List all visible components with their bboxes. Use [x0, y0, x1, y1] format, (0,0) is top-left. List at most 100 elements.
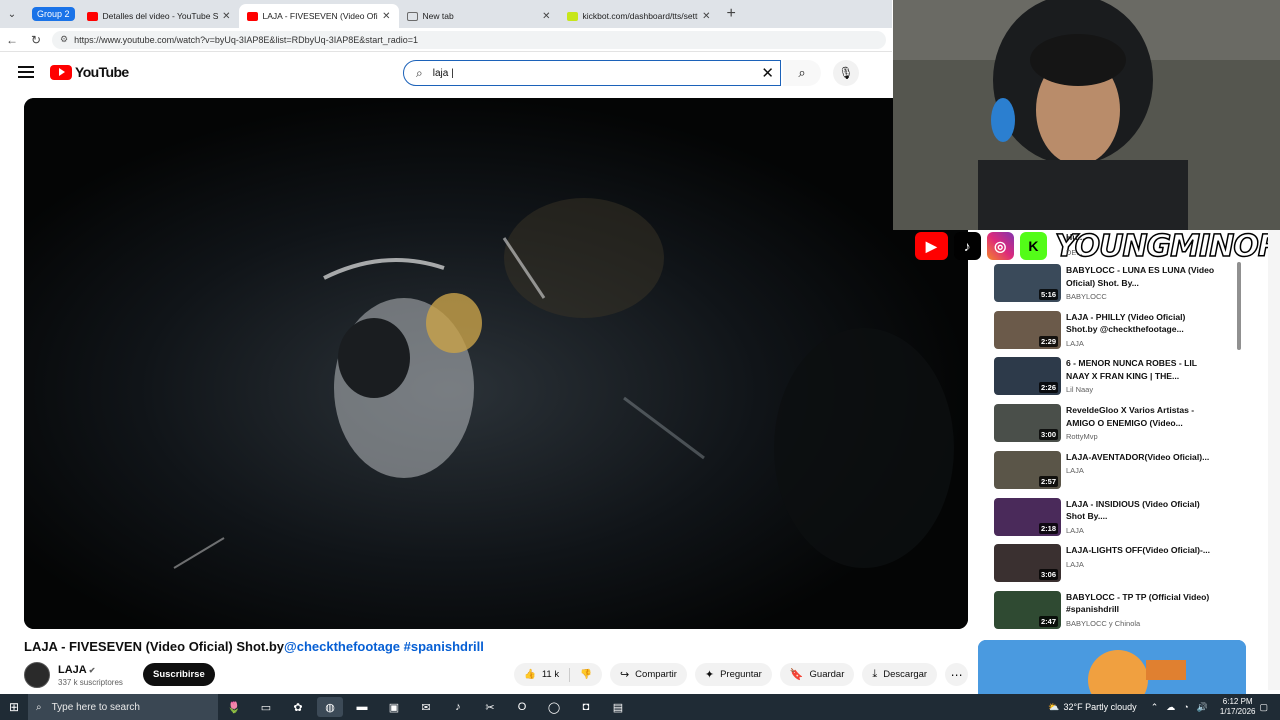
playlist-item[interactable]: 5:16 BABYLOCC - LUNA ES LUNA (Video Ofici… [994, 264, 1234, 308]
clear-search-icon[interactable]: ✕ [761, 64, 774, 82]
playlist-item-channel: BABYLOCC y Chinola [1066, 618, 1141, 628]
close-tab-icon[interactable]: ✕ [382, 11, 390, 22]
playlist-item[interactable]: 2:26 6 - MENOR NUNCA ROBES - LIL NAAY X F… [994, 357, 1234, 401]
partial-playlist-title: Hu... [1066, 232, 1085, 242]
page-favicon-icon [406, 11, 418, 21]
save-button[interactable]: 🔖 Guardar [779, 663, 855, 686]
tab-search-chevron-icon[interactable]: ⌄ [0, 0, 24, 28]
clock-date: 1/17/2026 [1219, 707, 1256, 716]
tab-new-tab[interactable]: New tab ✕ [399, 4, 559, 28]
playlist-item-title[interactable]: LAJA-LIGHTS OFF(Video Oficial)-... [1066, 544, 1216, 557]
hashtag-link[interactable]: #spanishdrill [404, 639, 484, 654]
promo-image [978, 640, 1246, 694]
task-view-icon[interactable]: ▭ [253, 697, 279, 717]
playlist-item-title[interactable]: LAJA-AVENTADOR(Video Oficial)... [1066, 451, 1216, 464]
share-button[interactable]: ↪ Compartir [609, 663, 687, 686]
notifications-icon[interactable]: ▢ [1259, 702, 1268, 713]
bookmark-icon: 🔖 [789, 669, 804, 681]
page-scrollbar[interactable] [1268, 230, 1280, 690]
video-thumbnail[interactable]: 2:26 [994, 357, 1061, 396]
app-circle-icon[interactable]: ◯ [541, 697, 567, 717]
close-tab-icon[interactable]: ✕ [222, 11, 230, 22]
search-input[interactable]: ⌕ laja | ✕ [403, 60, 781, 86]
file-explorer-icon[interactable]: ▬ [349, 697, 375, 717]
playlist-item-channel: LAJA [1066, 525, 1084, 535]
video-thumbnail[interactable]: 3:06 [994, 544, 1061, 583]
playlist-item[interactable]: 2:47 BABYLOCC - TP TP (Official Video) #s… [994, 590, 1234, 630]
playlist-item-title[interactable]: 6 - MENOR NUNCA ROBES - LIL NAAY X FRAN … [1066, 357, 1216, 382]
playlist-item[interactable]: 2:57 LAJA-AVENTADOR(Video Oficial)... LAJA [994, 450, 1234, 495]
capcut-icon[interactable]: ✂ [477, 697, 503, 717]
playlist-item-title[interactable]: BABYLOCC - TP TP (Official Video) #spani… [1066, 591, 1216, 616]
new-tab-plus-icon[interactable]: + [727, 5, 736, 23]
close-tab-icon[interactable]: ✕ [542, 11, 550, 22]
playlist-item-text: LAJA - PHILLY (Video Oficial) Shot.by @c… [1066, 311, 1216, 355]
playlist-item-title[interactable]: ReveldeGloo X Varios Artistas - AMIGO O … [1066, 404, 1216, 429]
playlist-item[interactable]: 2:29 LAJA - PHILLY (Video Oficial) Shot.b… [994, 310, 1234, 355]
video-thumbnail[interactable]: 3:00 [994, 404, 1061, 443]
wifi-icon[interactable]: ◔ [1183, 702, 1188, 712]
video-thumbnail[interactable]: 2:18 [994, 497, 1061, 536]
subscribe-button[interactable]: Suscribirse [143, 663, 215, 686]
back-arrow-icon[interactable]: ← [0, 33, 24, 47]
playlist-item-channel: LAJA [1066, 466, 1084, 476]
promo-card[interactable] [978, 640, 1246, 694]
hamburger-menu-icon[interactable] [18, 66, 34, 78]
download-button[interactable]: ⤓ Descargar [862, 663, 938, 686]
like-button[interactable]: 👍 11 k [514, 669, 569, 680]
clock[interactable]: 6:12 PM 1/17/2026 [1220, 697, 1256, 717]
volume-icon[interactable]: 🔊 [1197, 702, 1208, 713]
playlist-item[interactable]: 3:00 ReveldeGloo X Varios Artistas - AMIG… [994, 404, 1234, 448]
windows-start-icon[interactable]: ⊞ [0, 700, 28, 714]
voice-search-button[interactable]: 🎙 [833, 60, 859, 86]
taskbar-search-field[interactable]: ⌕ Type here to search [28, 694, 218, 720]
video-title-text: LAJA - FIVESEVEN (Video Oficial) Shot.by [24, 639, 285, 654]
opera-icon[interactable]: O [509, 697, 535, 717]
url-field[interactable]: ⚙ https://www.youtube.com/watch?v=byUq-3… [52, 30, 886, 49]
more-options-button[interactable]: ⋯ [945, 663, 969, 686]
search-button[interactable]: ⌕ [783, 60, 821, 86]
video-thumbnail[interactable]: 2:47 [994, 590, 1061, 629]
tab-group-chip[interactable]: Group 2 [32, 7, 75, 21]
tab-youtube-studio[interactable]: Detalles del video - YouTube Studio ✕ [79, 4, 239, 28]
close-tab-icon[interactable]: ✕ [702, 11, 710, 22]
tiktok-app-icon[interactable]: ♪ [445, 697, 471, 717]
video-thumbnail[interactable]: 5:16 [994, 264, 1061, 302]
tab-kickbot[interactable]: kickbot.com/dashboard/tts/settings ✕ [559, 4, 719, 28]
playlist-item[interactable]: 3:06 LAJA-LIGHTS OFF(Video Oficial)-... LA… [994, 544, 1234, 588]
playlist-item-title[interactable]: LAJA - INSIDIOUS (Video Oficial) Shot By… [1066, 498, 1216, 523]
kick-social-icon: K [1019, 232, 1047, 260]
chevron-up-icon[interactable]: ⌃ [1151, 702, 1159, 713]
more-horizontal-icon: ⋯ [950, 667, 963, 682]
video-thumbnail[interactable]: 2:57 [994, 450, 1061, 489]
app-green-icon[interactable]: ◘ [573, 697, 599, 717]
system-tray: ⛅ 32°F Partly cloudy ⌃ ☁ ◔ 🔊 6:12 PM 1/1… [1044, 694, 1272, 720]
video-player[interactable] [24, 98, 968, 629]
flowers-widget-icon[interactable]: 🌷 [221, 697, 247, 717]
playlist-item-title[interactable]: LAJA - PHILLY (Video Oficial) Shot.by @c… [1066, 311, 1216, 336]
playlist-item-title[interactable]: BABYLOCC - LUNA ES LUNA (Video Oficial) … [1066, 264, 1216, 289]
playlist-panel: 5:16 BABYLOCC - LUNA ES LUNA (Video Ofici… [978, 258, 1246, 630]
like-count: 11 k [541, 669, 560, 680]
outlook-icon[interactable]: ✉ [413, 697, 439, 717]
playlist-scrollbar[interactable] [1237, 262, 1241, 350]
store-icon[interactable]: ▣ [381, 697, 407, 717]
channel-name[interactable]: LAJA ✔ [58, 664, 123, 676]
youtube-logo[interactable]: YouTube [50, 64, 129, 80]
mention-link[interactable]: @checkthefootage [284, 639, 400, 654]
save-label: Guardar [809, 669, 845, 680]
copilot-icon[interactable]: ✿ [285, 697, 311, 717]
dislike-button[interactable]: 👎 [570, 669, 602, 680]
edge-browser-icon[interactable]: ◍ [317, 697, 343, 717]
cloud-icon[interactable]: ☁ [1166, 702, 1175, 713]
ask-button[interactable]: ✦ Preguntar [694, 663, 772, 686]
avatar[interactable] [24, 662, 50, 688]
weather-text[interactable]: 32°F Partly cloudy [1064, 702, 1137, 712]
tab-laja-fiveseven[interactable]: LAJA - FIVESEVEN (Video Oficial) S ✕ [238, 4, 399, 28]
video-thumbnail[interactable]: 2:29 [994, 310, 1061, 349]
reload-icon[interactable]: ↻ [24, 33, 48, 47]
playlist-item[interactable]: 2:18 LAJA - INSIDIOUS (Video Oficial) Sho… [994, 497, 1234, 542]
site-info-icon[interactable]: ⚙ [60, 34, 68, 45]
app-window-icon[interactable]: ▤ [605, 697, 631, 717]
share-label: Compartir [635, 669, 677, 680]
